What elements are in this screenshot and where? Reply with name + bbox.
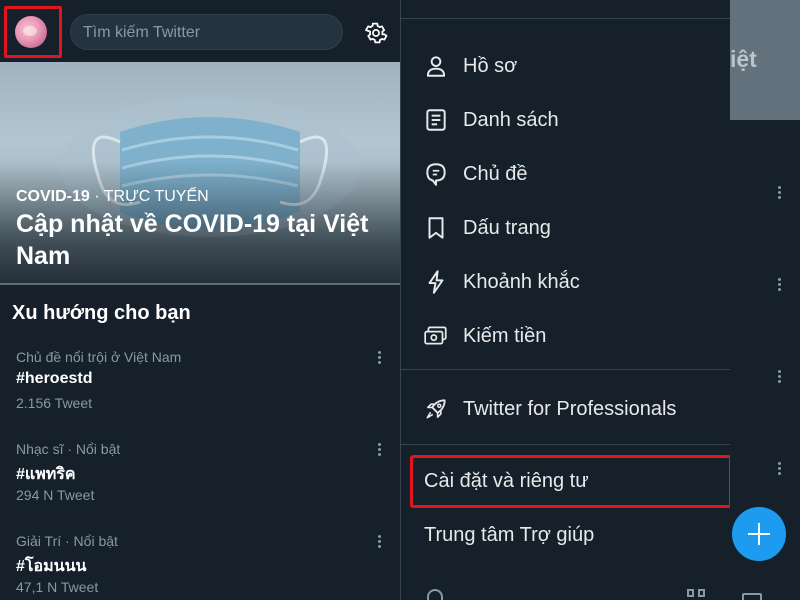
menu-item-moments[interactable]: Khoảnh khắc — [401, 257, 731, 307]
menu-item-label: Chủ đề — [463, 163, 528, 185]
menu-item-label: Kiếm tiền — [463, 325, 547, 347]
menu-item-professionals[interactable]: Twitter for Professionals — [401, 384, 731, 434]
money-icon — [424, 326, 447, 345]
background-timeline: iệt — [730, 0, 800, 600]
menu-item-label: Khoảnh khắc — [463, 271, 580, 293]
hero-status: · TRỰC TUYẾN — [94, 188, 209, 205]
lightning-icon — [428, 270, 444, 294]
more-icon — [778, 278, 782, 293]
list-icon — [426, 109, 446, 131]
avatar-highlight-box — [4, 6, 62, 58]
menu-item-label: Hồ sơ — [463, 55, 518, 77]
trend-name: #แพทริค — [16, 466, 76, 483]
divider — [0, 283, 400, 285]
trend-count: 47,1 N Tweet — [16, 579, 99, 595]
more-icon[interactable] — [374, 443, 386, 461]
trend-name: #โอมนนน — [16, 558, 87, 575]
menu-item-bookmarks[interactable]: Dấu trang — [401, 203, 731, 253]
more-icon[interactable] — [374, 351, 386, 369]
trend-count: 294 N Tweet — [16, 487, 95, 503]
trend-item[interactable]: Giải Trí · Nổi bật #โอมนนน 47,1 N Tweet — [0, 533, 400, 600]
hero-meta: COVID-19 · TRỰC TUYẾN — [16, 188, 209, 206]
top-bar: Tìm kiếm Twitter — [0, 0, 400, 62]
trend-item[interactable]: Nhạc sĩ · Nổi bật #แพทริค 294 N Tweet — [0, 441, 400, 533]
menu-item-topics[interactable]: Chủ đề — [401, 149, 731, 199]
menu-item-label: Danh sách — [463, 109, 559, 131]
more-icon[interactable] — [374, 535, 386, 553]
bookmark-icon — [428, 217, 444, 239]
divider — [401, 444, 731, 445]
trend-name: #heroestd — [16, 370, 93, 387]
compose-tweet-button[interactable] — [732, 507, 786, 561]
menu-item-monetization[interactable]: Kiếm tiền — [401, 311, 731, 361]
gear-icon[interactable] — [362, 19, 390, 47]
menu-item-lists[interactable]: Danh sách — [401, 95, 731, 145]
trend-item[interactable]: Chủ đề nổi trội ở Việt Nam #heroestd 2.1… — [0, 349, 400, 441]
hero-trend-card[interactable]: COVID-19 · TRỰC TUYẾN Cập nhật về COVID-… — [0, 62, 400, 284]
more-icon — [778, 462, 782, 477]
search-input[interactable]: Tìm kiếm Twitter — [70, 14, 343, 50]
search-placeholder: Tìm kiếm Twitter — [83, 24, 201, 41]
more-icon — [778, 370, 782, 385]
menu-item-profile[interactable]: Hồ sơ — [401, 41, 731, 91]
explore-pane: Tìm kiếm Twitter COVID-19 · TRỰC TUYẾN C… — [0, 0, 400, 600]
trend-context: Giải Trí · Nổi bật — [16, 533, 118, 549]
divider — [401, 369, 731, 370]
more-icon — [778, 186, 782, 201]
trends-heading: Xu hướng cho bạn — [12, 302, 191, 324]
settings-highlight-box — [410, 455, 732, 508]
rocket-icon — [426, 399, 446, 419]
qr-code-icon[interactable] — [687, 589, 707, 600]
help-center-link[interactable]: Trung tâm Trợ giúp — [424, 524, 594, 547]
menu-item-label: Dấu trang — [463, 217, 551, 239]
topics-icon — [426, 163, 446, 186]
menu-item-label: Twitter for Professionals — [463, 398, 677, 420]
hero-category: COVID-19 — [16, 188, 90, 205]
trend-context: Chủ đề nổi trội ở Việt Nam — [16, 349, 182, 365]
bulb-icon[interactable] — [427, 589, 443, 600]
faded-title-text: iệt — [730, 46, 757, 72]
trend-count: 2.156 Tweet — [16, 395, 93, 411]
divider — [401, 18, 731, 19]
navigation-drawer: Hồ sơ Danh sách Chủ đề Dấu trang Khoảnh … — [400, 0, 732, 600]
mail-icon[interactable] — [742, 593, 762, 600]
person-icon — [426, 56, 446, 77]
trend-context: Nhạc sĩ · Nổi bật — [16, 441, 121, 457]
hero-title: Cập nhật về COVID-19 tại Việt Nam — [16, 210, 369, 270]
